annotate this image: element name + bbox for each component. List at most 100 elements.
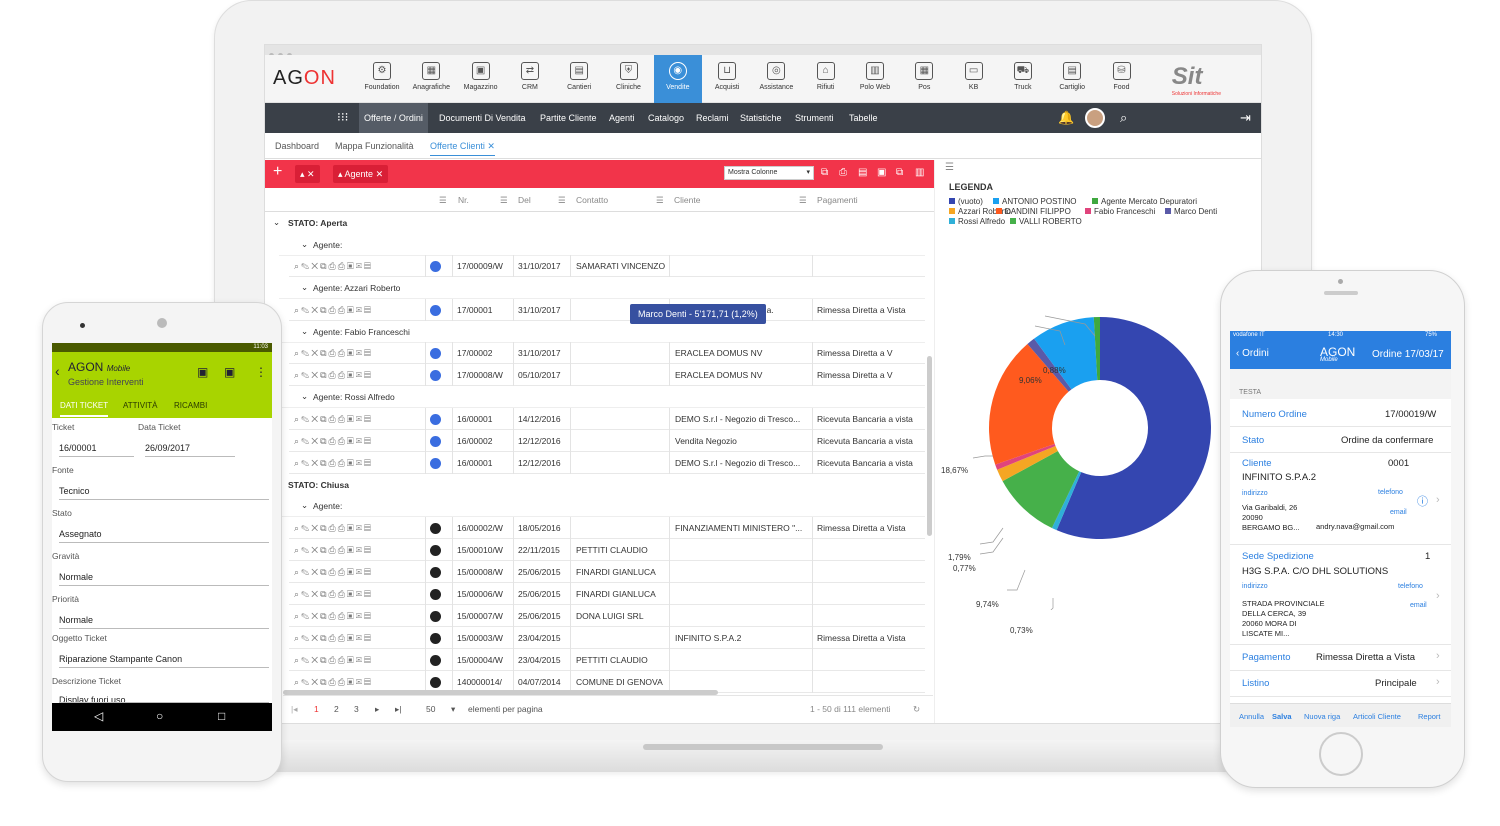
table-row[interactable]: ⌕✎✕⧉⎙⎙▣✉▤ 15/00004/W 23/04/2015 PETTITI CLA… — [289, 648, 925, 671]
more-icon[interactable]: ⋮ — [255, 365, 267, 379]
row-actions-icon[interactable]: ⌕✎✕⧉⎙⎙▣✉▤ — [294, 436, 373, 447]
row-actions-icon[interactable]: ⌕✎✕⧉⎙⎙▣✉▤ — [294, 589, 373, 600]
iphone-home-button[interactable] — [1319, 732, 1363, 776]
page-size-select[interactable]: 50 — [426, 704, 435, 714]
table-row[interactable]: ⌕✎✕⧉⎙⎙▣✉▤17/0000131/10/2017Cotonificio d… — [289, 298, 925, 321]
nav-catalogo[interactable]: Catalogo — [643, 103, 689, 133]
group-row-agente[interactable]: ⌄ Agente: — [279, 234, 925, 256]
nav-documenti-di-vendita[interactable]: Documenti Di Vendita — [434, 103, 531, 133]
row-actions-icon[interactable]: ⌕✎✕⧉⎙⎙▣✉▤ — [294, 633, 373, 644]
group-row-agente[interactable]: ⌄ Agente: Azzari Roberto — [279, 277, 925, 299]
sped-indirizzo-link[interactable]: indirizzo — [1242, 583, 1268, 590]
nav-reclami[interactable]: Reclami — [691, 103, 734, 133]
module-vendite[interactable]: ◉ Vendite — [653, 55, 702, 103]
menu-icon[interactable]: ☰ — [945, 162, 954, 173]
row-actions-icon[interactable]: ⌕✎✕⧉⎙⎙▣✉▤ — [294, 414, 373, 425]
columns-select[interactable]: Mostra Colonne ▾ — [724, 166, 814, 180]
table-row[interactable]: ⌕✎✕⧉⎙⎙▣✉▤ 15/00007/W 25/06/2015 DONA LUIGI … — [289, 604, 925, 627]
col-del[interactable]: Del — [518, 195, 531, 205]
row-actions-icon[interactable]: ⌕✎✕⧉⎙⎙▣✉▤ — [294, 523, 373, 534]
collapse-icon[interactable]: ⌄ — [301, 239, 308, 250]
module-acquisti[interactable]: ⊔ Acquisti — [703, 55, 751, 103]
tab-attivita[interactable]: ATTIVITÀ — [123, 401, 158, 410]
add-icon[interactable]: + — [273, 163, 282, 181]
legend-item[interactable]: Agente Mercato Depuratori — [1092, 197, 1197, 206]
telefono-link[interactable]: telefono — [1378, 489, 1403, 496]
agente-filter-pill[interactable]: ▴ Agente ✕ — [333, 165, 389, 183]
row-actions-icon[interactable]: ⌕✎✕⧉⎙⎙▣✉▤ — [294, 677, 373, 688]
nuova-riga-button[interactable]: Nuova riga — [1304, 712, 1340, 721]
row-actions-icon[interactable]: ⌕✎✕⧉⎙⎙▣✉▤ — [294, 655, 373, 666]
row-cliente[interactable]: Cliente 0001 INFINITO S.P.A.2 indirizzo … — [1230, 453, 1451, 545]
email-link[interactable]: email — [1390, 509, 1407, 516]
nav-partite-cliente[interactable]: Partite Cliente — [535, 103, 602, 133]
row-actions-icon[interactable]: ⌕✎✕⧉⎙⎙▣✉▤ — [294, 305, 373, 316]
bell-icon[interactable]: 🔔 — [1058, 110, 1074, 126]
nav-strumenti[interactable]: Strumenti — [790, 103, 839, 133]
nav-back-icon[interactable]: ◁ — [94, 709, 103, 723]
col-contatto[interactable]: Contatto — [576, 195, 608, 205]
apps-grid-icon[interactable]: ⁝⁝⁝ — [337, 111, 348, 123]
close-icon[interactable]: ✕ — [487, 141, 495, 151]
legend-item[interactable]: (vuoto) — [949, 197, 983, 206]
row-actions-icon[interactable]: ⌕✎✕⧉⎙⎙▣✉▤ — [294, 370, 373, 381]
indirizzo-link[interactable]: indirizzo — [1242, 490, 1268, 497]
page-3[interactable]: 3 — [354, 704, 359, 714]
table-row[interactable]: ⌕✎✕⧉⎙⎙▣✉▤ 15/00008/W 25/06/2015 FINARDI GIA… — [289, 560, 925, 583]
table-row[interactable]: ⌕✎✕⧉⎙⎙▣✉▤ 16/00002 12/12/2016 Vendita Negoz… — [289, 429, 925, 452]
group-row-agente[interactable]: ⌄ Agente: Rossi Alfredo — [279, 386, 925, 408]
row-stato[interactable]: Stato Ordine da confermare — [1230, 427, 1451, 453]
row-pagamento[interactable]: Pagamento Rimessa Diretta a Vista › — [1230, 645, 1451, 671]
nav-agenti[interactable]: Agenti — [604, 103, 640, 133]
tab-mappa[interactable]: Mappa Funzionalità — [335, 141, 414, 151]
module-kb[interactable]: ▭ KB — [950, 55, 998, 103]
filter-icon[interactable]: ☰ — [500, 195, 508, 206]
table-row[interactable]: ⌕✎✕⧉⎙⎙▣✉▤ 17/00002 31/10/2017 ERACLEA DOMUS… — [289, 342, 925, 364]
logout-icon[interactable]: ⇥ — [1240, 110, 1251, 126]
tab-dashboard[interactable]: Dashboard — [275, 141, 319, 151]
priorita-select[interactable]: Normale — [59, 615, 269, 629]
table-row[interactable]: ⌕✎✕⧉⎙⎙▣✉▤ 16/00002/W 18/05/2016 FINANZIAMEN… — [289, 516, 925, 539]
tab-ricambi[interactable]: RICAMBI — [174, 401, 207, 410]
table-row[interactable]: ⌕✎✕⧉⎙⎙▣✉▤ 17/00009/W 31/10/2017 SAMARATI VI… — [289, 255, 925, 277]
descrizione-field[interactable]: Display fuori uso — [59, 695, 269, 703]
module-magazzino[interactable]: ▣ Magazzino — [457, 55, 505, 103]
group-row-stato[interactable]: ⌄STATO: Chiusa — [265, 474, 925, 496]
pdf-icon[interactable]: ▤ — [858, 167, 867, 178]
row-sede-spedizione[interactable]: Sede Spedizione 1 H3G S.P.A. C/O DHL SOL… — [1230, 545, 1451, 645]
legend-item[interactable]: Rossi Alfredo — [949, 217, 1005, 226]
group-pill[interactable]: ▴ ✕ — [295, 165, 320, 183]
collapse-icon[interactable]: ⌄ — [301, 391, 308, 402]
table-row[interactable]: ⌕✎✕⧉⎙⎙▣✉▤ 17/00008/W 05/10/2017 ERACLEA DOM… — [289, 364, 925, 386]
export-icon[interactable]: ▣ — [877, 167, 886, 178]
collapse-icon[interactable]: ⌄ — [273, 217, 280, 228]
info-icon[interactable]: ⓘ — [1417, 493, 1428, 509]
sped-email-link[interactable]: email — [1410, 602, 1427, 609]
save-icon[interactable]: ▣ — [197, 365, 208, 379]
table-row[interactable]: ⌕✎✕⧉⎙⎙▣✉▤ 15/00003/W 23/04/2015 INFINITO S.… — [289, 626, 925, 649]
module-cartiglio[interactable]: ▤ Cartiglio — [1048, 55, 1096, 103]
col-pagamenti[interactable]: Pagamenti — [817, 195, 858, 205]
nav-tabelle[interactable]: Tabelle — [844, 103, 883, 133]
legend-item[interactable]: Fabio Franceschi — [1085, 207, 1155, 216]
save-close-icon[interactable]: ▣ — [224, 365, 235, 379]
row-listino[interactable]: Listino Principale › — [1230, 671, 1451, 697]
nav-home-icon[interactable]: ○ — [156, 709, 163, 723]
row-numero[interactable]: Numero Ordine 17/00019/W — [1230, 401, 1451, 427]
first-page-icon[interactable]: |◂ — [291, 704, 297, 715]
module-foundation[interactable]: ⚙ Foundation — [358, 55, 406, 103]
vertical-scrollbar[interactable] — [927, 356, 932, 536]
back-button[interactable]: ‹ Ordini — [1236, 348, 1269, 359]
col-cliente[interactable]: Cliente — [674, 195, 700, 205]
collapse-icon[interactable]: ⌄ — [301, 282, 308, 293]
legend-item[interactable]: ANTONIO POSTINO — [993, 197, 1077, 206]
ticket-field[interactable]: 16/00001 — [59, 443, 134, 457]
nav-offerte-ordini[interactable]: Offerte / Ordini — [359, 103, 428, 133]
oggetto-field[interactable]: Riparazione Stampante Canon — [59, 654, 269, 668]
row-actions-icon[interactable]: ⌕✎✕⧉⎙⎙▣✉▤ — [294, 567, 373, 578]
legend-item[interactable]: DANDINI FILIPPO — [996, 207, 1071, 216]
row-actions-icon[interactable]: ⌕✎✕⧉⎙⎙▣✉▤ — [294, 348, 373, 359]
data-ticket-field[interactable]: 26/09/2017 — [145, 443, 235, 457]
module-truck[interactable]: ⛟ Truck — [999, 55, 1047, 103]
annulla-button[interactable]: Annulla — [1239, 712, 1264, 721]
